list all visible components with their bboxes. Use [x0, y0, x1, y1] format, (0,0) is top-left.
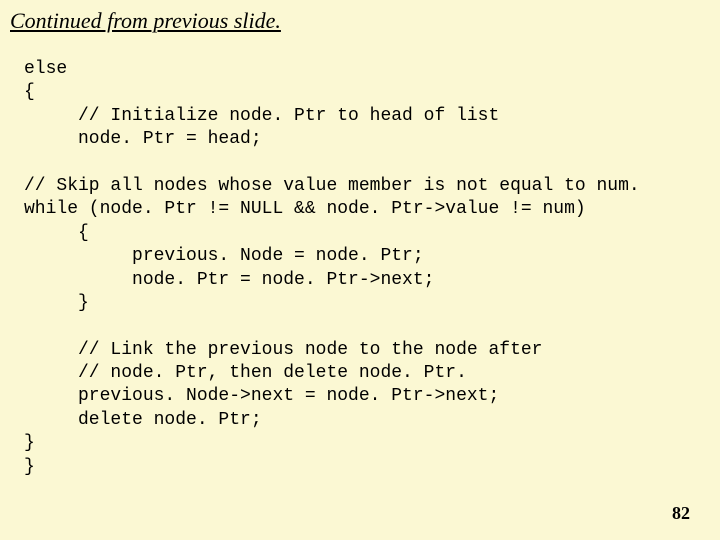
code-line: node. Ptr = node. Ptr->next; [24, 270, 434, 290]
page-number: 82 [672, 503, 690, 524]
code-line: previous. Node->next = node. Ptr->next; [24, 386, 499, 406]
code-line: } [24, 433, 35, 453]
code-line: // node. Ptr, then delete node. Ptr. [24, 363, 467, 383]
code-line: // Skip all nodes whose value member is … [24, 176, 640, 196]
code-line: } [24, 457, 35, 477]
code-line: // Link the previous node to the node af… [24, 340, 542, 360]
code-line: else [24, 59, 67, 79]
code-line: while (node. Ptr != NULL && node. Ptr->v… [24, 199, 586, 219]
code-line: } [24, 293, 89, 313]
code-line: // Initialize node. Ptr to head of list [24, 106, 499, 126]
code-block: else { // Initialize node. Ptr to head o… [24, 58, 640, 479]
code-line: { [24, 82, 35, 102]
code-line: { [24, 223, 89, 243]
code-line: delete node. Ptr; [24, 410, 262, 430]
slide: Continued from previous slide. else { //… [0, 0, 720, 540]
slide-title: Continued from previous slide. [10, 8, 281, 34]
code-line: previous. Node = node. Ptr; [24, 246, 424, 266]
code-line: node. Ptr = head; [24, 129, 262, 149]
